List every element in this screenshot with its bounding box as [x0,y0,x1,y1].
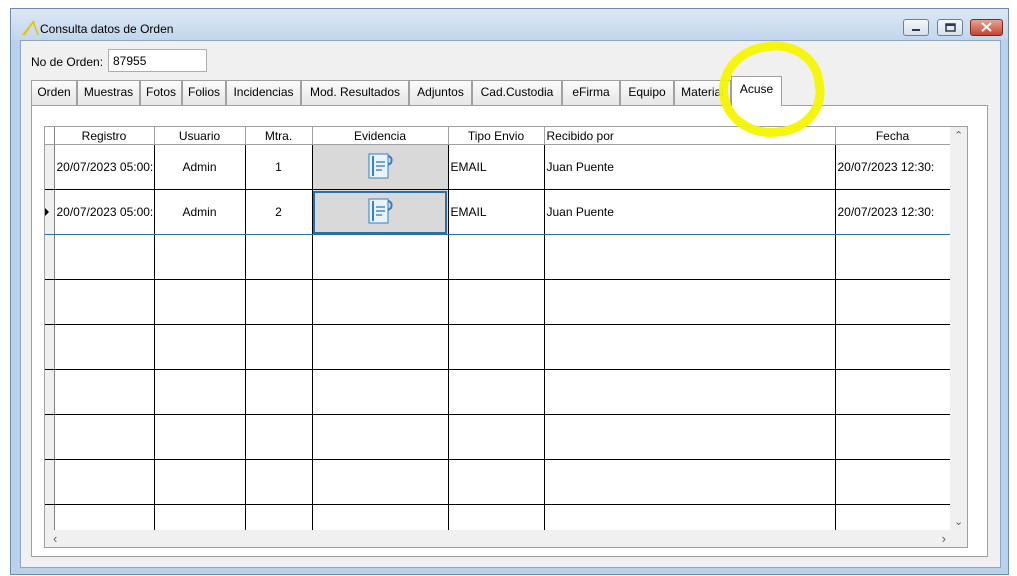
tab-equipo[interactable]: Equipo [620,80,674,105]
tab-efirma[interactable]: eFirma [562,80,620,105]
minimize-button[interactable] [903,19,929,36]
scroll-down-icon[interactable]: ⌄ [954,515,963,528]
scroll-left-icon[interactable]: ‹ [53,531,57,546]
tab-orden[interactable]: Orden [31,80,77,105]
tab-folios[interactable]: Folios [182,80,226,105]
cell-registro[interactable]: 20/07/2023 05:00: [54,144,155,190]
minimize-icon [911,21,921,35]
client-area: No de Orden: Orden Muestras Fotos Folios… [20,40,1001,568]
row-indicator[interactable] [45,144,55,190]
title-bar[interactable]: Consulta datos de Orden [11,9,1008,40]
empty-row[interactable] [45,369,951,415]
tab-material[interactable]: Material [674,80,731,105]
column-header-usuario[interactable]: Usuario [154,127,246,145]
acuse-grid[interactable]: Registro Usuario Mtra. Evidencia Tipo En… [44,126,968,548]
column-header-registro[interactable]: Registro [54,127,155,145]
cell-recibido-por[interactable]: Juan Puente [544,189,836,235]
document-evidence-icon[interactable] [365,198,395,229]
cell-usuario[interactable]: Admin [154,189,246,235]
cell-evidencia[interactable] [312,189,449,235]
tab-cad-custodia[interactable]: Cad.Custodia [472,80,562,105]
table-row[interactable]: 20/07/2023 05:00: Admin 1 EMAIL Juan Pue… [45,144,951,190]
column-header-mtra[interactable]: Mtra. [245,127,313,145]
cell-mtra[interactable]: 2 [245,189,313,235]
column-header-recibido-por[interactable]: Recibido por [544,127,836,145]
grid-header-row: Registro Usuario Mtra. Evidencia Tipo En… [45,127,951,145]
app-logo-icon [21,20,39,36]
window-title: Consulta datos de Orden [40,22,174,36]
table-row-selected[interactable]: 20/07/2023 05:00: Admin 2 EMAIL Juan Pue… [45,189,951,235]
cell-recibido-por[interactable]: Juan Puente [544,144,836,190]
tab-mod-resultados[interactable]: Mod. Resultados [301,80,409,105]
empty-row[interactable] [45,234,951,280]
vertical-scrollbar[interactable]: ⌃ ⌄ [950,127,967,530]
tab-fotos[interactable]: Fotos [140,80,182,105]
acuse-table: Registro Usuario Mtra. Evidencia Tipo En… [45,127,951,547]
close-icon [981,21,992,35]
tab-incidencias[interactable]: Incidencias [226,80,301,105]
scroll-right-icon[interactable]: › [942,531,946,546]
main-window: Consulta datos de Orden No de Orden: Ord… [10,8,1009,575]
acuse-tab-panel: Registro Usuario Mtra. Evidencia Tipo En… [31,105,988,557]
empty-row[interactable] [45,459,951,505]
tab-muestras[interactable]: Muestras [77,80,140,105]
row-indicator-header [45,127,55,145]
document-evidence-icon[interactable] [365,153,395,184]
cell-usuario[interactable]: Admin [154,144,246,190]
order-number-input[interactable] [108,49,207,72]
cell-fecha[interactable]: 20/07/2023 12:30: [835,144,951,190]
current-row-arrow-icon [45,208,49,216]
cell-mtra[interactable]: 1 [245,144,313,190]
tab-acuse[interactable]: Acuse [731,76,782,106]
horizontal-scrollbar[interactable]: ‹ › [45,530,950,547]
empty-row[interactable] [45,414,951,460]
cell-tipo-envio[interactable]: EMAIL [448,144,545,190]
row-indicator[interactable] [45,189,55,235]
maximize-button[interactable] [937,19,963,36]
maximize-icon [944,21,956,35]
cell-evidencia[interactable] [312,144,449,190]
cell-tipo-envio[interactable]: EMAIL [448,189,545,235]
cell-registro[interactable]: 20/07/2023 05:00: [54,189,155,235]
close-button[interactable] [970,19,1003,36]
scroll-up-icon[interactable]: ⌃ [954,129,963,142]
empty-row[interactable] [45,324,951,370]
tab-adjuntos[interactable]: Adjuntos [409,80,472,105]
cell-fecha[interactable]: 20/07/2023 12:30: [835,189,951,235]
column-header-evidencia[interactable]: Evidencia [312,127,449,145]
empty-row[interactable] [45,279,951,325]
column-header-fecha[interactable]: Fecha [835,127,951,145]
scroll-corner [950,530,967,547]
column-header-tipo-envio[interactable]: Tipo Envio [448,127,545,145]
order-number-label: No de Orden: [31,55,104,69]
